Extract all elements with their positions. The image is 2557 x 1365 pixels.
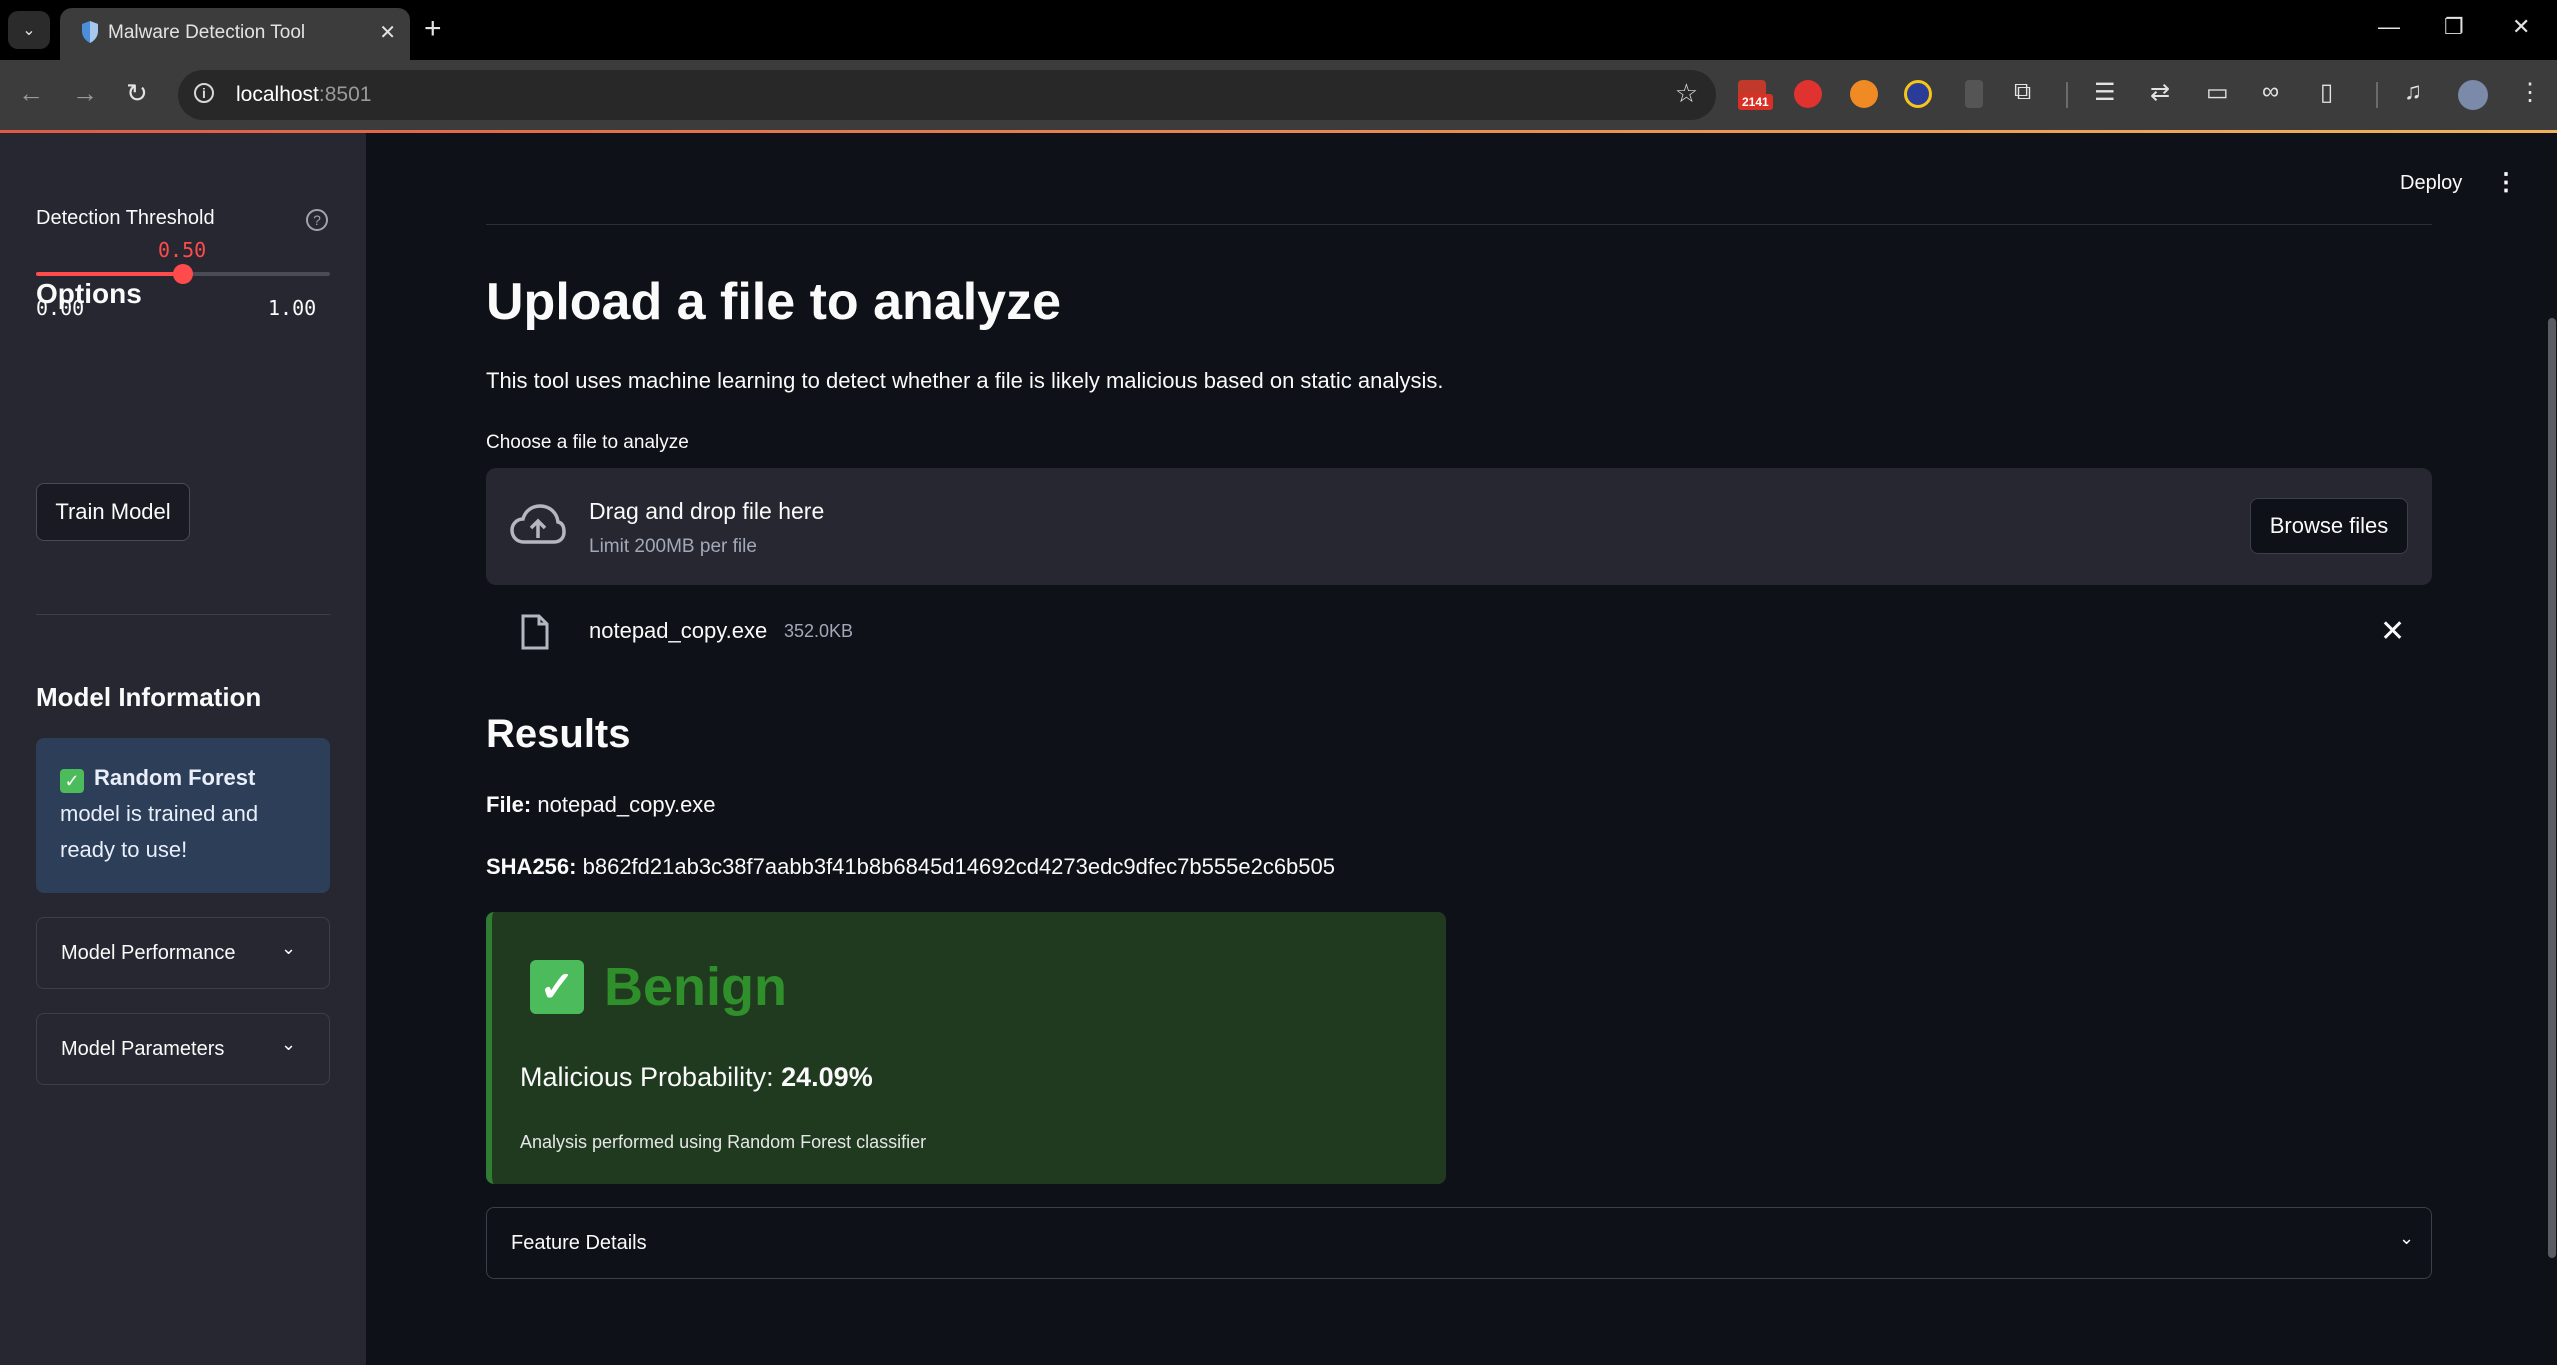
browser-tab-bar: ⌄ Malware Detection Tool ✕ + — ❐ ✕ <box>0 0 2557 60</box>
reload-icon[interactable]: ↻ <box>126 78 148 108</box>
file-dropzone[interactable]: Drag and drop file here Limit 200MB per … <box>486 468 2432 585</box>
file-line: File: notepad_copy.exe <box>486 792 716 818</box>
cast-icon[interactable]: ▭ <box>2206 78 2229 107</box>
address-bar[interactable]: i localhost:8501 ☆ <box>178 70 1716 120</box>
sidebar-divider <box>36 614 330 615</box>
hand-extension-icon[interactable] <box>1850 80 1878 108</box>
dropzone-limit: Limit 200MB per file <box>589 536 757 557</box>
probability-label: Malicious Probability: <box>520 1062 774 1092</box>
probability-value: 24.09% <box>781 1062 873 1092</box>
file-value: notepad_copy.exe <box>537 792 716 817</box>
analysis-note: Analysis performed using Random Forest c… <box>520 1132 927 1152</box>
sha-label: SHA256: <box>486 854 577 879</box>
back-icon[interactable]: ← <box>18 78 44 108</box>
deploy-button[interactable]: Deploy <box>2400 172 2462 195</box>
tab-search-chevron-icon[interactable]: ⌄ <box>8 11 50 49</box>
uploaded-file-size: 352.0KB <box>784 621 854 641</box>
train-model-button[interactable]: Train Model <box>36 483 190 541</box>
model-info-heading: Model Information <box>36 682 262 712</box>
tab-title: Malware Detection Tool <box>108 22 306 43</box>
forward-icon[interactable]: → <box>72 78 98 108</box>
shield-favicon-icon <box>82 21 98 43</box>
sha-line: SHA256: b862fd21ab3c38f7aabb3f41b8b6845d… <box>486 854 1335 880</box>
cloud-upload-icon <box>510 504 566 544</box>
reading-list-icon[interactable]: ☰ <box>2094 78 2116 107</box>
uploader-label: Choose a file to analyze <box>486 432 689 453</box>
malicious-probability: Malicious Probability: 24.09% <box>520 1062 873 1093</box>
new-tab-icon[interactable]: + <box>424 12 442 46</box>
expander-label: Model Performance <box>61 942 236 964</box>
chevron-down-icon: ⌄ <box>281 1034 297 1054</box>
browser-menu-icon[interactable]: ⋮ <box>2518 78 2542 107</box>
verdict-label: Benign <box>604 957 787 1017</box>
url-text: localhost:8501 <box>236 83 372 106</box>
window-close-icon[interactable]: ✕ <box>2512 14 2530 40</box>
chevron-down-icon: ⌄ <box>2399 1228 2415 1248</box>
scrollbar[interactable] <box>2548 318 2556 1258</box>
file-label: File: <box>486 792 532 817</box>
site-info-icon[interactable]: i <box>194 83 214 103</box>
uploaded-file-name: notepad_copy.exe <box>589 618 768 643</box>
threshold-value: 0.50 <box>158 238 207 262</box>
feature-details-expander[interactable]: Feature Details ⌄ <box>486 1207 2432 1279</box>
stop-extension-icon[interactable] <box>1794 80 1822 108</box>
model-status-text: model is trained and ready to use! <box>60 801 259 862</box>
toolbar-separator <box>2376 82 2378 108</box>
model-parameters-expander[interactable]: Model Parameters ⌄ <box>36 1013 330 1085</box>
browser-tab[interactable]: Malware Detection Tool ✕ <box>60 8 410 60</box>
restore-icon[interactable]: ❐ <box>2444 14 2464 40</box>
verdict-card: ✓ Benign Malicious Probability: 24.09% A… <box>486 912 1446 1184</box>
threshold-label: Detection Threshold <box>36 207 215 229</box>
main-menu-icon[interactable]: ⋮ <box>2494 168 2518 197</box>
model-status-box: ✓ Random Forest model is trained and read… <box>36 738 330 893</box>
check-icon: ✓ <box>60 769 84 793</box>
top-divider <box>486 224 2432 225</box>
translate-icon[interactable]: ⇄ <box>2150 78 2170 107</box>
check-mark-icon: ✓ <box>530 960 584 1014</box>
toolbar-separator <box>2066 82 2068 108</box>
minimize-icon[interactable]: — <box>2378 14 2400 40</box>
model-name: Random Forest <box>94 765 256 790</box>
threshold-min: 0.00 <box>36 296 85 320</box>
browse-files-button[interactable]: Browse files <box>2250 498 2408 554</box>
profile-avatar[interactable] <box>2458 80 2488 110</box>
model-performance-expander[interactable]: Model Performance ⌄ <box>36 917 330 989</box>
document-extension-icon[interactable] <box>1965 80 1983 108</box>
help-icon[interactable]: ? <box>306 209 328 231</box>
browser-toolbar: ← → ↻ i localhost:8501 ☆ 2141 ⧉ ☰ ⇄ ▭ ∞ … <box>0 60 2557 130</box>
threshold-max: 1.00 <box>268 296 317 320</box>
tab-close-icon[interactable]: ✕ <box>379 20 396 45</box>
threshold-slider[interactable] <box>36 264 330 284</box>
page-title: Upload a file to analyze <box>486 273 1062 331</box>
chevron-down-icon: ⌄ <box>281 938 297 958</box>
extensions-puzzle-icon[interactable]: ⧉ <box>2014 78 2031 106</box>
expander-label: Feature Details <box>511 1232 647 1254</box>
circle-extension-icon[interactable] <box>1904 80 1932 108</box>
page-description: This tool uses machine learning to detec… <box>486 368 1444 393</box>
link-icon[interactable]: ∞ <box>2262 78 2279 106</box>
dropzone-title: Drag and drop file here <box>589 498 825 524</box>
results-heading: Results <box>486 712 631 756</box>
slider-fill <box>36 272 183 276</box>
expander-label: Model Parameters <box>61 1038 225 1060</box>
gmail-badge: 2141 <box>1738 94 1773 110</box>
file-icon <box>521 614 549 650</box>
sha-value: b862fd21ab3c38f7aabb3f41b8b6845d14692cd4… <box>582 854 1336 879</box>
remove-file-icon[interactable]: ✕ <box>2380 614 2405 649</box>
reader-mode-icon[interactable]: ▯ <box>2320 78 2333 107</box>
bookmark-star-icon[interactable]: ☆ <box>1675 78 1698 109</box>
media-control-icon[interactable]: ♫ <box>2404 78 2422 106</box>
slider-thumb[interactable] <box>173 264 193 284</box>
